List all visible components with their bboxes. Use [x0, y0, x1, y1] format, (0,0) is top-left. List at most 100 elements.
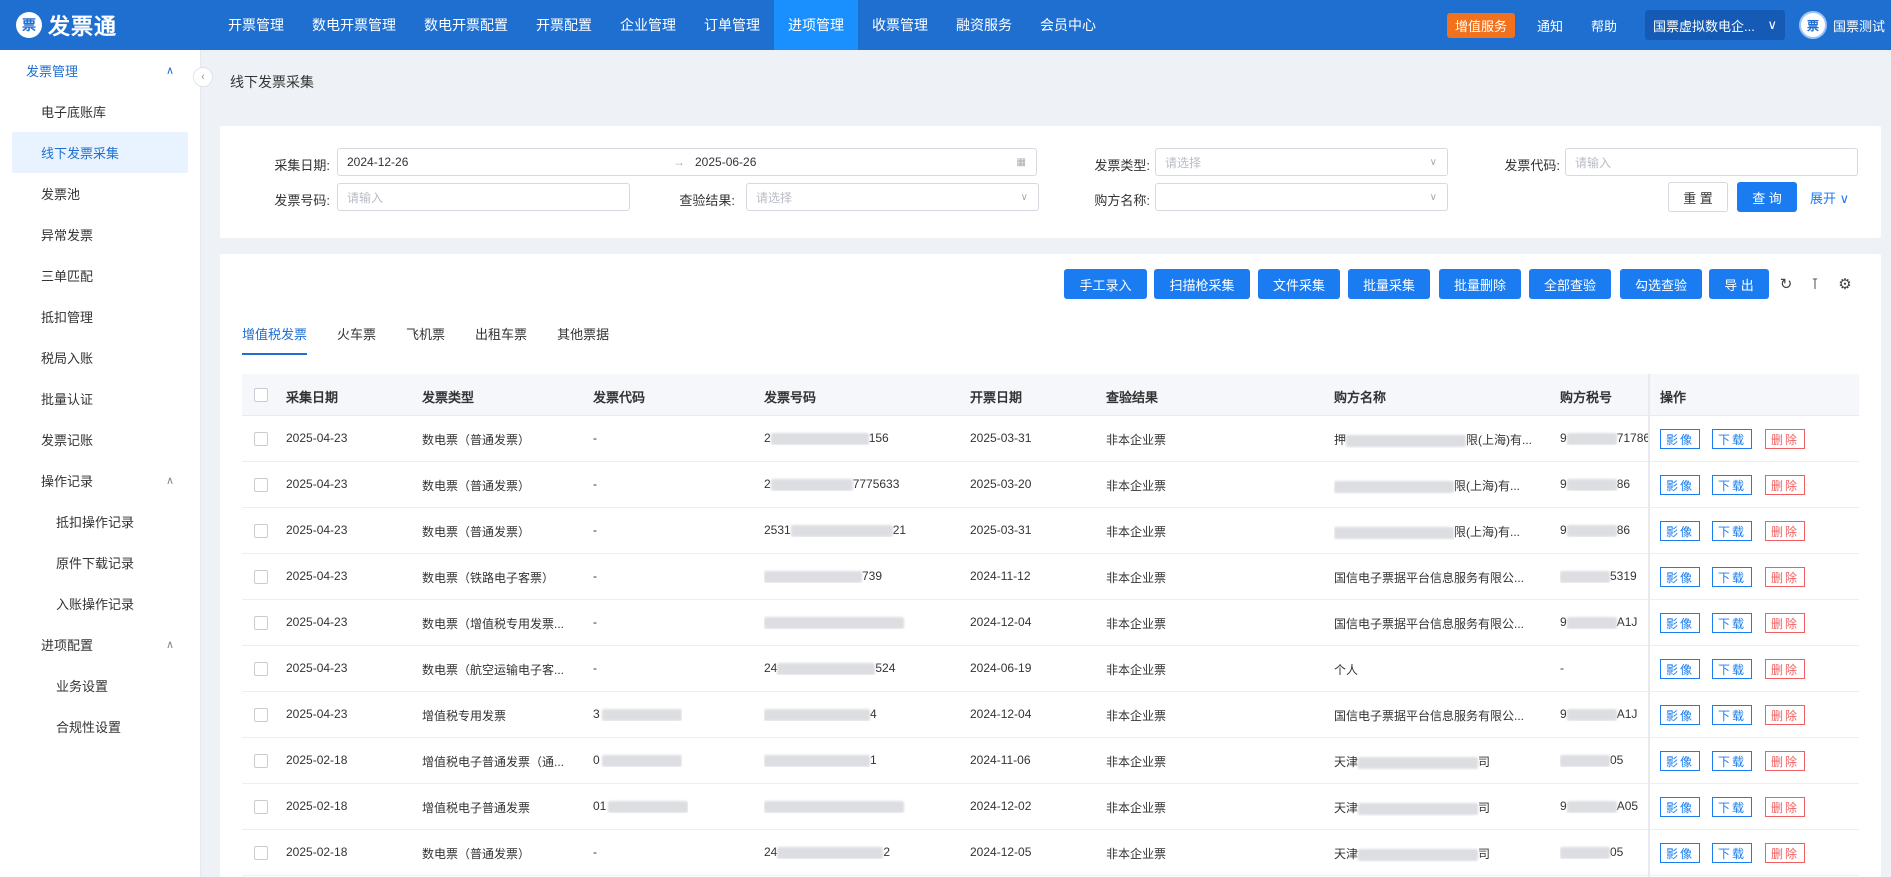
sidebar-item-batch-certification[interactable]: 批量认证	[0, 378, 200, 419]
image-button[interactable]: 影像	[1660, 705, 1701, 725]
sidebar-item-e-ledger[interactable]: 电子底账库	[0, 91, 200, 132]
table-row[interactable]: 2025-04-23 数电票（增值税专用发票... - 2024-12-04 非本企业票…	[242, 600, 1859, 646]
sidebar-item-entry-log[interactable]: 入账操作记录	[0, 583, 200, 624]
delete-button[interactable]: 删除	[1765, 751, 1806, 771]
download-button[interactable]: 下载	[1712, 797, 1753, 817]
sidebar-item-three-way-match[interactable]: 三单匹配	[0, 255, 200, 296]
export-button[interactable]: 导 出	[1709, 269, 1769, 299]
delete-button[interactable]: 删除	[1765, 429, 1806, 449]
table-row[interactable]: 2025-04-23 增值税专用发票 3 4 2024-12-04 非本企业票 国信电子票据…	[242, 692, 1859, 738]
column-height-icon[interactable]: ⊺	[1806, 275, 1824, 293]
delete-button[interactable]: 删除	[1765, 659, 1806, 679]
settings-icon[interactable]: ⚙	[1836, 275, 1854, 293]
sidebar-item-compliance-settings[interactable]: 合规性设置	[0, 706, 200, 747]
value-added-service-button[interactable]: 增值服务	[1446, 12, 1515, 38]
sidebar-item-deduction-log[interactable]: 抵扣操作记录	[0, 501, 200, 542]
reset-button[interactable]: 重 置	[1668, 182, 1728, 212]
row-checkbox[interactable]	[254, 616, 268, 630]
tab-flight-ticket[interactable]: 飞机票	[406, 324, 445, 355]
image-button[interactable]: 影像	[1660, 797, 1701, 817]
row-checkbox[interactable]	[254, 570, 268, 584]
image-button[interactable]: 影像	[1660, 475, 1701, 495]
batch-collect-button[interactable]: 批量采集	[1348, 269, 1430, 299]
manual-entry-button[interactable]: 手工录入	[1064, 269, 1147, 299]
image-button[interactable]: 影像	[1660, 521, 1701, 541]
sidebar-item-tax-bureau-entry[interactable]: 税局入账	[0, 337, 200, 378]
download-button[interactable]: 下载	[1712, 705, 1753, 725]
download-button[interactable]: 下载	[1712, 429, 1753, 449]
nav-invoicing[interactable]: 开票管理	[214, 0, 298, 50]
tab-vat-invoice[interactable]: 增值税发票	[242, 324, 308, 355]
image-button[interactable]: 影像	[1660, 567, 1701, 587]
row-checkbox[interactable]	[254, 754, 268, 768]
delete-button[interactable]: 删除	[1765, 705, 1806, 725]
invoice-number-input[interactable]: 请输入	[337, 183, 630, 211]
delete-button[interactable]: 删除	[1765, 843, 1806, 863]
invoice-code-input[interactable]: 请输入	[1565, 148, 1858, 176]
download-button[interactable]: 下载	[1712, 751, 1753, 771]
user-avatar[interactable]: 票	[1798, 11, 1827, 39]
collect-date-range-picker[interactable]: 2024-12-26 → 2025-06-26 ▦	[337, 148, 1037, 176]
query-button[interactable]: 查 询	[1737, 182, 1797, 212]
download-button[interactable]: 下载	[1712, 521, 1753, 541]
delete-button[interactable]: 删除	[1765, 475, 1806, 495]
row-checkbox[interactable]	[254, 524, 268, 538]
help-link[interactable]: 帮助	[1591, 16, 1617, 35]
verify-all-button[interactable]: 全部查验	[1529, 269, 1611, 299]
tab-train-ticket[interactable]: 火车票	[337, 324, 376, 355]
row-checkbox[interactable]	[254, 800, 268, 814]
check-result-select[interactable]: 请选择 ∨	[746, 183, 1039, 211]
nav-orders[interactable]: 订单管理	[690, 0, 774, 50]
sidebar-collapse-icon[interactable]: ‹	[193, 67, 213, 87]
table-row[interactable]: 2025-04-23 数电票（普通发票） - 2531 21 2025-03-31 非本企业…	[242, 508, 1859, 554]
row-checkbox[interactable]	[254, 846, 268, 860]
delete-button[interactable]: 删除	[1765, 797, 1806, 817]
select-all-checkbox[interactable]	[254, 388, 268, 402]
company-selector[interactable]: 国票虚拟数电企... ∨	[1644, 10, 1785, 40]
tab-other-receipts[interactable]: 其他票据	[557, 324, 609, 355]
sidebar-item-download-log[interactable]: 原件下载记录	[0, 542, 200, 583]
image-button[interactable]: 影像	[1660, 613, 1701, 633]
table-row[interactable]: 2025-02-18 数电票（普通发票） - 24 2 2024-12-05 非本企业票 天津…	[242, 830, 1859, 876]
user-name[interactable]: 国票测试	[1833, 16, 1885, 35]
invoice-type-select[interactable]: 请选择 ∨	[1155, 148, 1448, 176]
app-logo[interactable]: 票 发票通	[0, 0, 214, 50]
nav-digital-invoicing[interactable]: 数电开票管理	[298, 0, 410, 50]
image-button[interactable]: 影像	[1660, 843, 1701, 863]
image-button[interactable]: 影像	[1660, 659, 1701, 679]
sidebar-item-offline-collection[interactable]: 线下发票采集	[12, 132, 188, 173]
download-button[interactable]: 下载	[1712, 567, 1753, 587]
expand-filters-link[interactable]: 展开 ∨	[1810, 188, 1849, 207]
table-row[interactable]: 2025-04-23 数电票（航空运输电子客... - 24 524 2024-06-19…	[242, 646, 1859, 692]
batch-delete-button[interactable]: 批量删除	[1439, 269, 1521, 299]
delete-button[interactable]: 删除	[1765, 567, 1806, 587]
row-checkbox[interactable]	[254, 662, 268, 676]
sidebar-item-invoice-pool[interactable]: 发票池	[0, 173, 200, 214]
sidebar-group-operation-records[interactable]: 操作记录 ∧	[0, 460, 200, 501]
table-row[interactable]: 2025-04-23 数电票（铁路电子客票） - 739 2024-11-12 非本企业票…	[242, 554, 1859, 600]
nav-member-center[interactable]: 会员中心	[1026, 0, 1110, 50]
sidebar-item-bookkeeping[interactable]: 发票记账	[0, 419, 200, 460]
row-checkbox[interactable]	[254, 478, 268, 492]
image-button[interactable]: 影像	[1660, 751, 1701, 771]
table-row[interactable]: 2025-04-23 数电票（普通发票） - 2 7775633 2025-03-20 非本…	[242, 462, 1859, 508]
file-collect-button[interactable]: 文件采集	[1258, 269, 1340, 299]
table-row[interactable]: 2025-02-18 增值税电子普通发票（通... 0 1 2024-11-06 非本企业…	[242, 738, 1859, 784]
sidebar-group-input-config[interactable]: 进项配置 ∧	[0, 624, 200, 665]
delete-button[interactable]: 删除	[1765, 521, 1806, 541]
row-checkbox[interactable]	[254, 708, 268, 722]
nav-enterprise[interactable]: 企业管理	[606, 0, 690, 50]
nav-digital-invoice-config[interactable]: 数电开票配置	[410, 0, 522, 50]
nav-receiving[interactable]: 收票管理	[858, 0, 942, 50]
sidebar-item-deduction[interactable]: 抵扣管理	[0, 296, 200, 337]
row-checkbox[interactable]	[254, 432, 268, 446]
nav-invoice-config[interactable]: 开票配置	[522, 0, 606, 50]
verify-selected-button[interactable]: 勾选查验	[1620, 269, 1702, 299]
sidebar-item-business-settings[interactable]: 业务设置	[0, 665, 200, 706]
download-button[interactable]: 下载	[1712, 613, 1753, 633]
table-row[interactable]: 2025-04-23 数电票（普通发票） - 2 156 2025-03-31 非本企业票 押…	[242, 416, 1859, 462]
refresh-icon[interactable]: ↻	[1777, 275, 1795, 293]
table-row[interactable]: 2025-02-18 增值税电子普通发票 01 2024-12-02 非本企业票 天津 司 9…	[242, 784, 1859, 830]
download-button[interactable]: 下载	[1712, 659, 1753, 679]
tab-taxi-ticket[interactable]: 出租车票	[475, 324, 527, 355]
